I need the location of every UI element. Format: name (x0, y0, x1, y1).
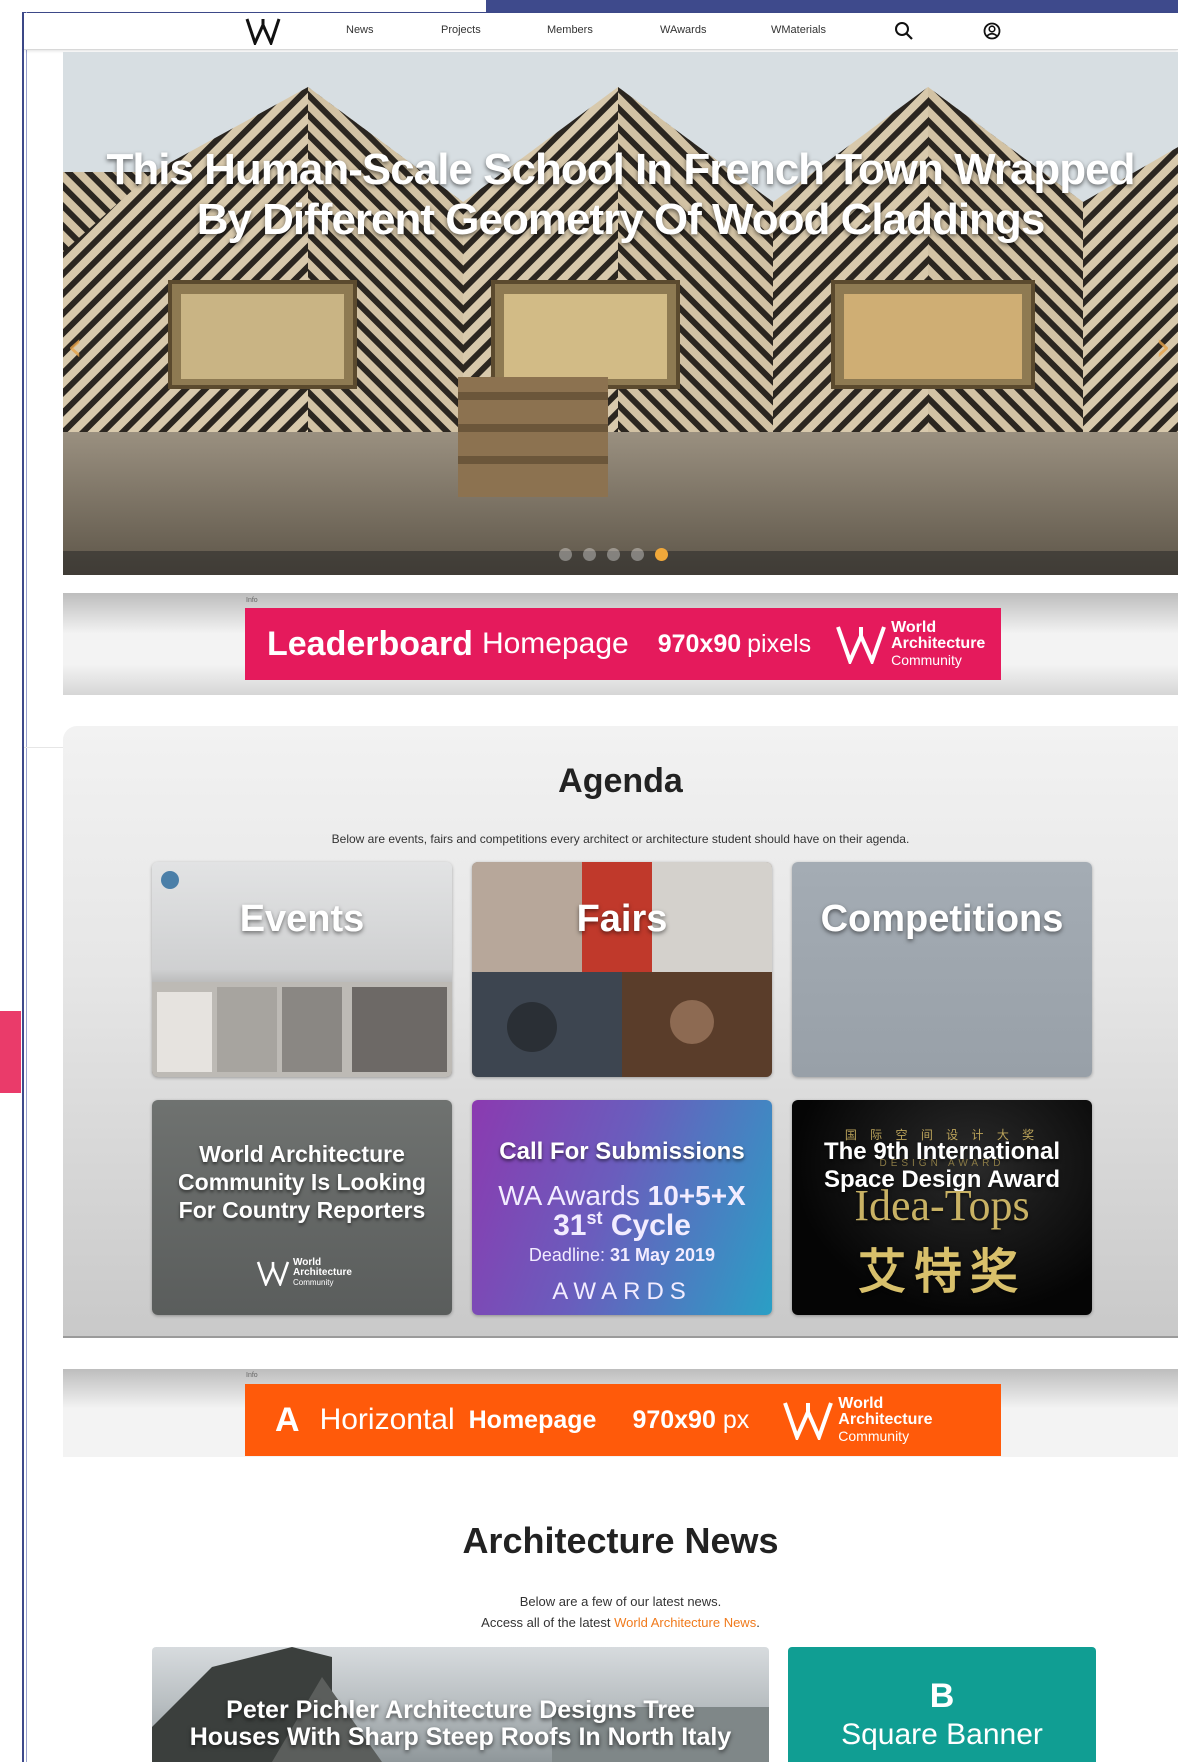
leaderboard-ad[interactable]: Leaderboard Homepage 970x90 pixels World… (245, 608, 1001, 680)
news-card-title-line: Peter Pichler Architecture Designs Tree (226, 1696, 695, 1724)
wa-brand: World Architecture Community (835, 620, 985, 668)
brand-text: Community (293, 1278, 334, 1287)
promo-text: World Architecture (199, 1141, 405, 1167)
events-label: Events (239, 898, 365, 940)
prev-slide-arrow-icon[interactable]: ‹ (67, 324, 83, 370)
wa-logo-icon (783, 1402, 834, 1440)
slider-dot[interactable] (655, 548, 668, 561)
news-subtitle-text: Access all of the latest (481, 1615, 615, 1630)
frame-line (22, 12, 24, 1762)
slider-dot[interactable] (607, 548, 620, 561)
events-card[interactable]: Events (152, 862, 452, 1077)
wa-brand: World Architecture Community (782, 1395, 933, 1444)
brand-text: World (891, 619, 937, 636)
slider-dot[interactable] (559, 548, 572, 561)
frame-line (26, 12, 27, 1762)
ad-letter: A (275, 1400, 300, 1439)
search-icon[interactable] (894, 21, 914, 41)
news-subtitle: Below are a few of our latest news. (519, 1594, 722, 1609)
competitions-label: Competitions (820, 898, 1064, 940)
cycle-word: Cycle (610, 1209, 691, 1242)
fairs-label: Fairs (576, 898, 668, 940)
brand-text: Architecture (891, 635, 986, 652)
ad-info-label[interactable]: Info (246, 597, 258, 604)
brand-text: Community (891, 652, 962, 668)
promo-title: Call For Submissions (499, 1138, 745, 1165)
news-card-title: Peter Pichler Architecture Designs Tree … (152, 1697, 769, 1751)
promo-text: Community Is Looking (178, 1169, 426, 1195)
wa-logo-icon (836, 626, 886, 664)
wa-logo-icon[interactable] (244, 17, 284, 48)
call-for-submissions-card[interactable]: Call For Submissions WA Awards 10+5+X 31… (472, 1100, 772, 1315)
news-title: Architecture News (462, 1520, 779, 1561)
side-tab[interactable] (0, 1011, 21, 1093)
ad-size-text: 970x90 (632, 1405, 716, 1434)
idea-tops-brand: Idea-Tops (854, 1181, 1030, 1230)
nav-link-wmaterials[interactable]: WMaterials (771, 24, 826, 36)
ad-strong-text: Leaderboard (267, 624, 473, 663)
slider-dot[interactable] (583, 548, 596, 561)
brand-text: Community (838, 1428, 910, 1444)
nav-link-projects[interactable]: Projects (441, 24, 481, 36)
ad-info-label[interactable]: Info (246, 1372, 258, 1379)
square-banner-ad[interactable]: B Square Banner (788, 1647, 1096, 1762)
deadline-label: Deadline: (528, 1245, 605, 1265)
next-slide-arrow-icon[interactable]: › (1155, 324, 1171, 370)
hero-slider[interactable]: This Human-Scale School In French Town W… (63, 52, 1178, 575)
promo-text: For Country Reporters (178, 1197, 426, 1223)
ad-strong-text: Homepage (468, 1405, 597, 1434)
nav-link-news[interactable]: News (346, 24, 374, 36)
page: News Projects Members WAwards WMaterials (0, 0, 1178, 1762)
nav-link-members[interactable]: Members (547, 24, 593, 36)
news-subtitle-access: Access all of the latest World Architect… (63, 1615, 1178, 1630)
cycle-suffix: st (586, 1208, 603, 1228)
hero-title[interactable]: This Human-Scale School In French Town W… (63, 145, 1178, 245)
user-account-icon[interactable] (982, 21, 1002, 41)
promo-text: 10+5+X (647, 1180, 746, 1211)
banner-letter: B (929, 1677, 955, 1715)
brand-text: World (838, 1395, 884, 1412)
nav-link-wawards[interactable]: WAwards (660, 24, 706, 36)
fairs-card[interactable]: Fairs (472, 862, 772, 1077)
wa-logo-icon (256, 1261, 290, 1286)
banner-text: Square Banner (841, 1718, 1043, 1751)
agenda-title: Agenda (558, 762, 683, 800)
hero-title-line: By Different Geometry Of Wood Claddings (196, 195, 1046, 244)
promo-text: WA Awards (498, 1180, 640, 1211)
hero-image (63, 52, 1178, 575)
ad-unit-text: px (722, 1405, 750, 1434)
top-navigation: News Projects Members WAwards WMaterials (24, 13, 1178, 50)
design-award-subtext: DESIGN AWARD (879, 1158, 1005, 1169)
news-card[interactable]: Peter Pichler Architecture Designs Tree … (152, 1647, 769, 1762)
window-top-bar (486, 0, 1178, 12)
news-card-title-line: Houses With Sharp Steep Roofs In North I… (189, 1723, 732, 1751)
hero-title-line: This Human-Scale School In French Town W… (106, 145, 1135, 194)
ad-size-text: 970x90 (657, 629, 742, 658)
idea-tops-cn: 艾特奖 (857, 1244, 1026, 1300)
idea-tops-card[interactable]: 国 际 空 间 设 计 大 奖 The 9th International Sp… (792, 1100, 1092, 1315)
brand-text: Architecture (838, 1411, 933, 1428)
horizontal-ad-band: Info A Horizontal Homepage 970x90 px Wor… (63, 1369, 1178, 1457)
fairs-image (472, 862, 772, 1077)
agenda-section: Agenda Below are events, fairs and compe… (63, 726, 1178, 1338)
news-subtitle-text: . (756, 1615, 760, 1630)
slider-dot[interactable] (631, 548, 644, 561)
awards-wordmark: AWARDS (552, 1278, 692, 1305)
slider-dots (559, 548, 668, 561)
country-reporters-card[interactable]: World Architecture Community Is Looking … (152, 1100, 452, 1315)
world-architecture-news-link[interactable]: World Architecture News (614, 1615, 756, 1630)
leaderboard-band: Info Leaderboard Homepage 970x90 pixels … (63, 593, 1178, 695)
ad-light-text: Homepage (481, 627, 629, 660)
ad-light-text: Horizontal (319, 1403, 455, 1436)
horizontal-ad[interactable]: A Horizontal Homepage 970x90 px World Ar… (245, 1384, 1001, 1456)
events-image (152, 871, 452, 1077)
ad-unit-text: pixels (747, 629, 812, 658)
deadline-date: 31 May 2019 (609, 1245, 716, 1265)
agenda-subtitle: Below are events, fairs and competitions… (331, 832, 910, 846)
wa-brand: World Architecture Community (256, 1258, 352, 1288)
cycle-number: 31 (553, 1209, 587, 1242)
competitions-card[interactable]: Competitions (792, 862, 1092, 1077)
brand-text: Architecture (293, 1267, 352, 1278)
